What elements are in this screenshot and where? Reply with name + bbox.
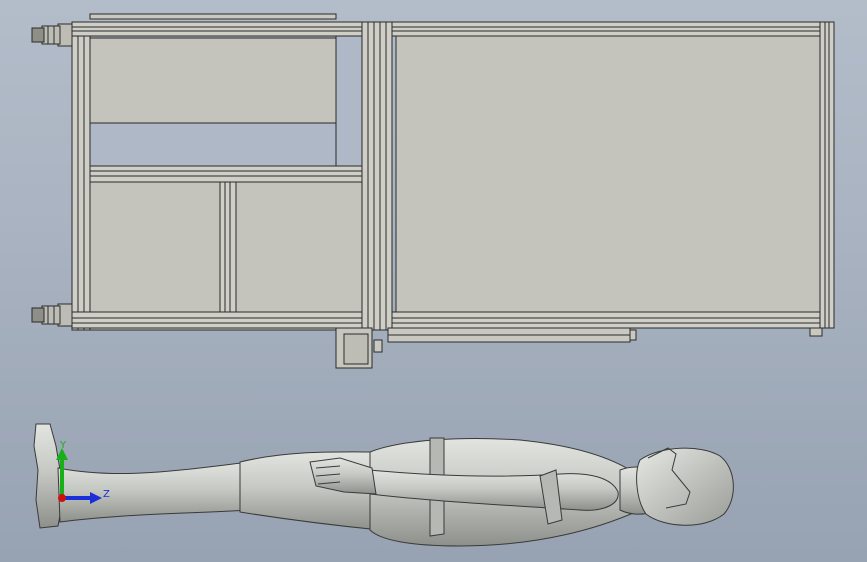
opening-post bbox=[335, 35, 363, 167]
y-axis-label: Y bbox=[59, 440, 67, 451]
z-axis-label: Z bbox=[103, 489, 110, 500]
top-rail bbox=[71, 21, 833, 37]
cad-viewport[interactable]: Y Z bbox=[0, 0, 867, 562]
lower-drawer-left bbox=[89, 181, 221, 313]
lower-drawer-right bbox=[235, 181, 363, 313]
middle-beam bbox=[89, 165, 363, 183]
upper-panel bbox=[89, 37, 337, 124]
frame-assembly-top-view[interactable] bbox=[71, 13, 835, 369]
mannequin-side-view[interactable] bbox=[33, 423, 734, 547]
caster-bottom[interactable] bbox=[31, 303, 73, 327]
mannequin-leg bbox=[57, 461, 251, 523]
motor-knob bbox=[373, 339, 383, 353]
foot-block bbox=[809, 327, 823, 337]
mannequin-head bbox=[636, 447, 734, 526]
right-bay-panel bbox=[395, 35, 821, 313]
x-axis-dot bbox=[58, 494, 66, 502]
right-vertical-profile bbox=[819, 21, 835, 329]
left-vertical-profile bbox=[71, 21, 91, 331]
drawer-divider bbox=[219, 181, 237, 313]
caster-top[interactable] bbox=[31, 23, 73, 47]
tray-clip bbox=[629, 329, 637, 341]
bottom-rail bbox=[71, 311, 833, 329]
top-cover-plate bbox=[89, 13, 337, 20]
center-vertical-profile bbox=[361, 21, 393, 331]
